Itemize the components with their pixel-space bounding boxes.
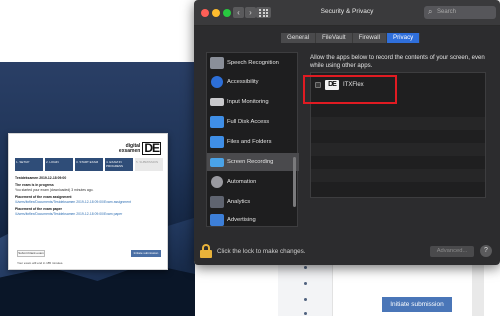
background-app-sidebar xyxy=(278,260,333,316)
sidebar-item-label: Files and Folders xyxy=(227,139,272,145)
exam-logo-line2: exsamen xyxy=(118,147,141,154)
list-stripe xyxy=(311,143,485,156)
exam-window: digital exsamen DE 1. SETUP 2. LOGIN 3. … xyxy=(8,133,168,270)
exam-step: 1. SETUP xyxy=(15,158,43,171)
exam-body: Testdeksamen 2019-12-18 09:00 The exam i… xyxy=(15,176,165,217)
folder-icon xyxy=(210,116,224,128)
sidebar-item-label: Analytics xyxy=(227,199,251,205)
search-field[interactable]: ⌕ Search xyxy=(424,6,496,19)
sidebar-item-label: Input Monitoring xyxy=(227,99,269,105)
security-privacy-window: ‹ › Security & Privacy ⌕ Search General … xyxy=(194,0,500,265)
advanced-button[interactable]: Advanced... xyxy=(430,246,474,257)
timeline-dot xyxy=(304,282,307,285)
exam-logo-mark: DE xyxy=(142,141,161,155)
tab-bar: General FileVault Firewall Privacy xyxy=(281,33,421,43)
keyboard-icon xyxy=(210,98,224,106)
sidebar-item-analytics[interactable]: Analytics xyxy=(207,193,299,211)
exam-step: 3. START EXAM xyxy=(75,158,103,171)
exam-logo: digital exsamen DE xyxy=(119,142,161,155)
initiate-submission-button[interactable]: Initiate submission xyxy=(382,297,452,312)
sidebar-item-label: Accessibility xyxy=(227,79,259,85)
highlight-box xyxy=(303,75,397,104)
sidebar-item-full-disk-access[interactable]: Full Disk Access xyxy=(207,113,299,131)
sidebar-item-accessibility[interactable]: Accessibility xyxy=(207,73,299,91)
exam-initiate-submission-button[interactable]: Initiate submission xyxy=(131,250,161,257)
window-content: General FileVault Firewall Privacy Speec… xyxy=(194,26,500,265)
lock-icon[interactable] xyxy=(200,244,212,258)
background-app-window: Initiate submission xyxy=(278,260,500,316)
list-stripe xyxy=(311,117,485,130)
paper-path-link[interactable]: /Users/itxflex/Documents/Testdeksamen 20… xyxy=(15,212,165,217)
tab-firewall[interactable]: Firewall xyxy=(352,33,387,43)
screen-recording-description: Allow the apps below to record the conte… xyxy=(310,54,485,69)
sidebar-item-advertising[interactable]: Advertising xyxy=(207,211,299,229)
search-placeholder: Search xyxy=(437,9,457,15)
timeline-dot xyxy=(304,312,307,315)
tab-privacy[interactable]: Privacy xyxy=(386,33,421,43)
list-stripe xyxy=(311,169,485,182)
sidebar-item-label: Screen Recording xyxy=(227,159,274,165)
megaphone-icon xyxy=(210,214,224,226)
search-icon: ⌕ xyxy=(428,7,433,16)
sidebar-item-automation[interactable]: Automation xyxy=(207,173,299,191)
window-titlebar: ‹ › Security & Privacy ⌕ Search xyxy=(194,0,500,26)
submit-blank-exam-button[interactable]: Submit blank exam xyxy=(17,250,45,257)
category-list-scrollbar[interactable] xyxy=(293,157,296,207)
tab-general[interactable]: General xyxy=(281,33,317,43)
sidebar-item-label: Full Disk Access xyxy=(227,119,270,125)
privacy-category-list: Speech Recognition Accessibility Input M… xyxy=(206,52,299,229)
accessibility-icon xyxy=(211,76,223,88)
exam-time-remaining: Your exam will end in 185 minutes. xyxy=(17,261,64,265)
sidebar-item-input-monitoring[interactable]: Input Monitoring xyxy=(207,93,299,111)
analytics-icon xyxy=(210,196,224,208)
exam-step: 2. LOGIN xyxy=(45,158,73,171)
sidebar-item-label: Automation xyxy=(227,179,257,185)
folder-icon xyxy=(210,136,224,148)
background-app-scrollbar[interactable] xyxy=(472,260,484,316)
lock-instruction: Click the lock to make changes. xyxy=(217,248,306,255)
sidebar-item-speech-recognition[interactable]: Speech Recognition xyxy=(207,54,299,72)
exam-steps: 1. SETUP 2. LOGIN 3. START EXAM 4. EXAM … xyxy=(15,158,163,171)
timeline-dot xyxy=(304,298,307,301)
speech-recognition-icon xyxy=(210,57,224,69)
exam-step: 5. SUBMISSION xyxy=(135,158,163,171)
sidebar-item-label: Advertising xyxy=(227,217,256,223)
exam-step: 4. EXAM IN PROGRESS xyxy=(105,158,133,171)
tab-filevault[interactable]: FileVault xyxy=(316,33,353,43)
display-icon xyxy=(210,157,224,167)
sidebar-item-label: Speech Recognition xyxy=(227,60,279,66)
help-button[interactable]: ? xyxy=(480,245,492,257)
sidebar-item-screen-recording[interactable]: Screen Recording xyxy=(207,153,299,171)
gear-icon xyxy=(211,176,223,188)
sidebar-item-files-and-folders[interactable]: Files and Folders xyxy=(207,133,299,151)
timeline-dot xyxy=(304,266,307,269)
